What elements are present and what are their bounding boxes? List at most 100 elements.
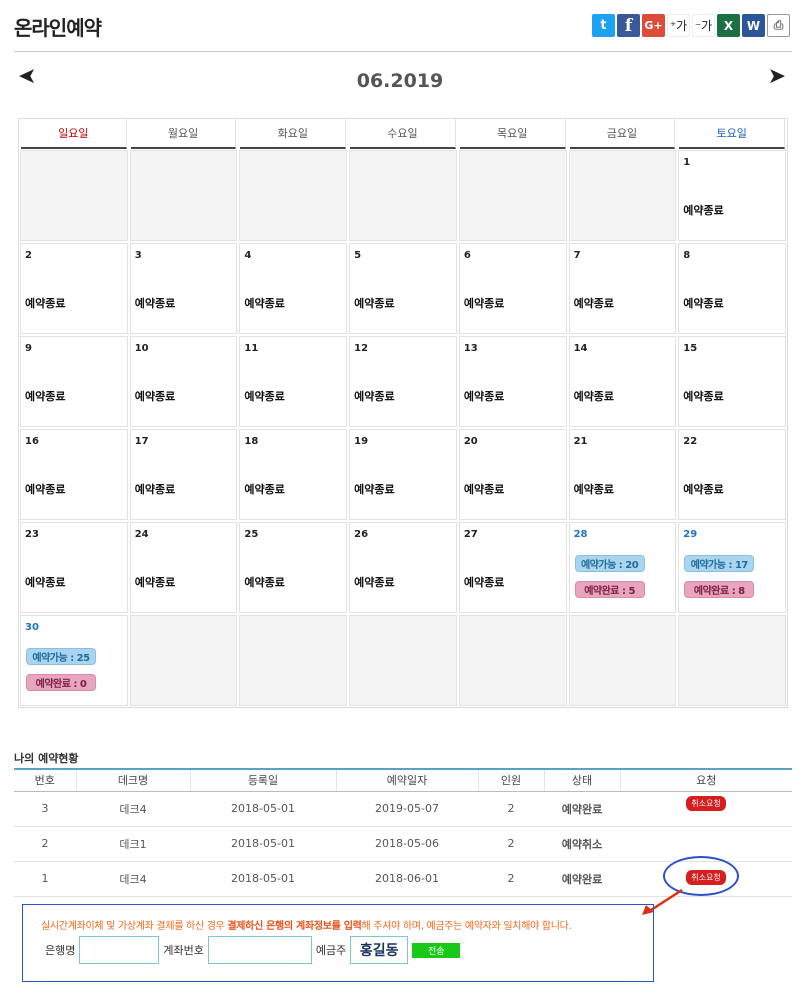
calendar-day-3: 3 예약종료 (129, 243, 238, 334)
share-bar: t f G+ ⁺가 ⁻가 X W ⎙ (592, 14, 790, 37)
closed-label: 예약종료 (683, 390, 724, 403)
bank-name-input[interactable] (79, 936, 160, 964)
cell-action: 취소요청 (620, 861, 792, 897)
cell-status: 예약완료 (544, 861, 620, 897)
refund-account-form: 실시간계좌이체 및 가상계좌 결제를 하신 경우 결제하신 은행의 계좌정보를 … (22, 904, 654, 982)
calendar-day-14: 14 예약종료 (568, 336, 677, 427)
reservation-calendar: 일요일 월요일 화요일 수요일 목요일 금요일 토요일 1 예약종료 2 예약종료 … (18, 118, 788, 708)
cell-res-date: 2019-05-07 (336, 791, 478, 827)
calendar-day-6: 6 예약종료 (458, 243, 567, 334)
column-header: 등록일 (189, 769, 336, 792)
calendar-day-17: 17 예약종료 (129, 429, 238, 520)
closed-label: 예약종료 (463, 390, 505, 403)
column-header: 예약일자 (335, 769, 478, 792)
day-number: 17 (134, 436, 149, 447)
table-header-row: 번호 데크명 등록일 예약일자 인원 상태 요청 (14, 769, 792, 792)
day-number: 30 (25, 622, 39, 633)
twitter-icon[interactable]: t (592, 14, 615, 37)
calendar-empty-cell (458, 150, 567, 241)
calendar-day-18: 18 예약종료 (239, 429, 348, 520)
account-holder-field[interactable]: 홍길동 (350, 936, 409, 964)
calendar-day-22: 22 예약종료 (678, 429, 786, 520)
closed-label: 예약종료 (25, 576, 66, 589)
available-badge[interactable]: 예약가능 : 17 (684, 555, 755, 572)
excel-icon[interactable]: X (717, 14, 740, 37)
calendar-day-30[interactable]: 30 예약가능 : 25 예약완료 : 0 (20, 615, 128, 706)
cancel-request-button[interactable]: 취소요청 (686, 795, 726, 811)
font-increase-icon[interactable]: ⁺가 (667, 14, 690, 37)
google-plus-icon[interactable]: G+ (642, 14, 665, 37)
weekday-wednesday: 수요일 (350, 119, 456, 149)
word-icon[interactable]: W (742, 14, 765, 37)
closed-label: 예약종료 (244, 483, 285, 496)
closed-label: 예약종료 (354, 297, 395, 310)
closed-label: 예약종료 (134, 483, 176, 496)
table-row: 1 데크4 2018-05-01 2018-06-01 2 예약완료 취소요청 (14, 861, 792, 897)
table-row: 2 데크1 2018-05-01 2018-05-06 2 예약취소 (14, 826, 792, 862)
table-row: 3 데크4 2018-05-01 2019-05-07 2 예약완료 취소요청 (14, 791, 792, 827)
day-number: 9 (25, 343, 32, 354)
day-number: 2 (25, 250, 32, 261)
closed-label: 예약종료 (573, 483, 615, 496)
day-number: 27 (463, 529, 478, 540)
next-month-arrow-icon[interactable]: ➤ (768, 66, 786, 88)
day-number: 16 (25, 436, 39, 447)
calendar-day-8: 8 예약종료 (678, 243, 786, 334)
day-number: 23 (25, 529, 39, 540)
day-number: 4 (244, 250, 252, 261)
cell-deck: 데크4 (76, 861, 190, 897)
print-icon[interactable]: ⎙ (767, 14, 790, 37)
calendar-empty-cell (20, 150, 128, 241)
day-number: 19 (354, 436, 369, 447)
calendar-day-28[interactable]: 28 예약가능 : 20 예약완료 : 5 (568, 522, 677, 613)
calendar-day-20: 20 예약종료 (458, 429, 567, 520)
available-badge[interactable]: 예약가능 : 25 (26, 648, 96, 665)
font-decrease-icon[interactable]: ⁻가 (692, 14, 715, 37)
calendar-day-29[interactable]: 29 예약가능 : 17 예약완료 : 8 (678, 522, 786, 613)
bank-label: 은행명 (45, 944, 76, 957)
day-number: 14 (573, 343, 588, 354)
calendar-day-21: 21 예약종료 (568, 429, 677, 520)
day-number: 10 (134, 343, 149, 354)
day-number: 8 (683, 250, 691, 261)
month-label: 06.2019 (356, 70, 444, 92)
day-number: 11 (244, 343, 259, 354)
closed-label: 예약종료 (463, 576, 505, 589)
cell-no: 1 (14, 861, 76, 897)
cell-reg-date: 2018-05-01 (190, 826, 336, 862)
calendar-day-24: 24 예약종료 (129, 522, 238, 613)
cell-res-date: 2018-05-06 (336, 826, 478, 862)
calendar-day-9: 9 예약종료 (20, 336, 128, 427)
cell-no: 3 (14, 791, 76, 827)
column-header: 상태 (543, 769, 620, 792)
facebook-icon[interactable]: f (617, 14, 640, 37)
calendar-day-4: 4 예약종료 (239, 243, 348, 334)
day-number: 18 (244, 436, 259, 447)
weekday-monday: 월요일 (130, 119, 237, 149)
account-number-input[interactable] (207, 936, 312, 964)
weekday-sunday: 일요일 (21, 119, 127, 149)
refund-notice: 실시간계좌이체 및 가상계좌 결제를 하신 경우 결제하신 은행의 계좌정보를 … (41, 921, 572, 932)
send-button[interactable]: 전송 (412, 942, 461, 958)
cell-people: 2 (478, 791, 544, 827)
cancel-request-button[interactable]: 취소요청 (686, 869, 726, 885)
calendar-empty-cell (349, 615, 457, 706)
calendar-day-2: 2 예약종료 (20, 243, 128, 334)
closed-label: 예약종료 (134, 297, 176, 310)
day-number: 1 (683, 157, 691, 168)
column-header: 요청 (619, 769, 792, 792)
reservation-table: 번호 데크명 등록일 예약일자 인원 상태 요청 3 데크4 2018-05-0… (14, 768, 792, 897)
cell-action: 취소요청 (620, 791, 792, 827)
column-header: 번호 (14, 769, 76, 792)
day-number: 21 (573, 436, 588, 447)
calendar-day-12: 12 예약종료 (349, 336, 457, 427)
closed-label: 예약종료 (25, 483, 66, 496)
calendar-empty-cell (129, 150, 238, 241)
day-number: 6 (463, 250, 471, 261)
cell-deck: 데크4 (76, 791, 190, 827)
available-badge[interactable]: 예약가능 : 20 (574, 555, 645, 572)
day-number: 20 (463, 436, 478, 447)
closed-label: 예약종료 (683, 483, 724, 496)
day-number: 7 (573, 250, 581, 261)
calendar-day-7: 7 예약종료 (568, 243, 677, 334)
